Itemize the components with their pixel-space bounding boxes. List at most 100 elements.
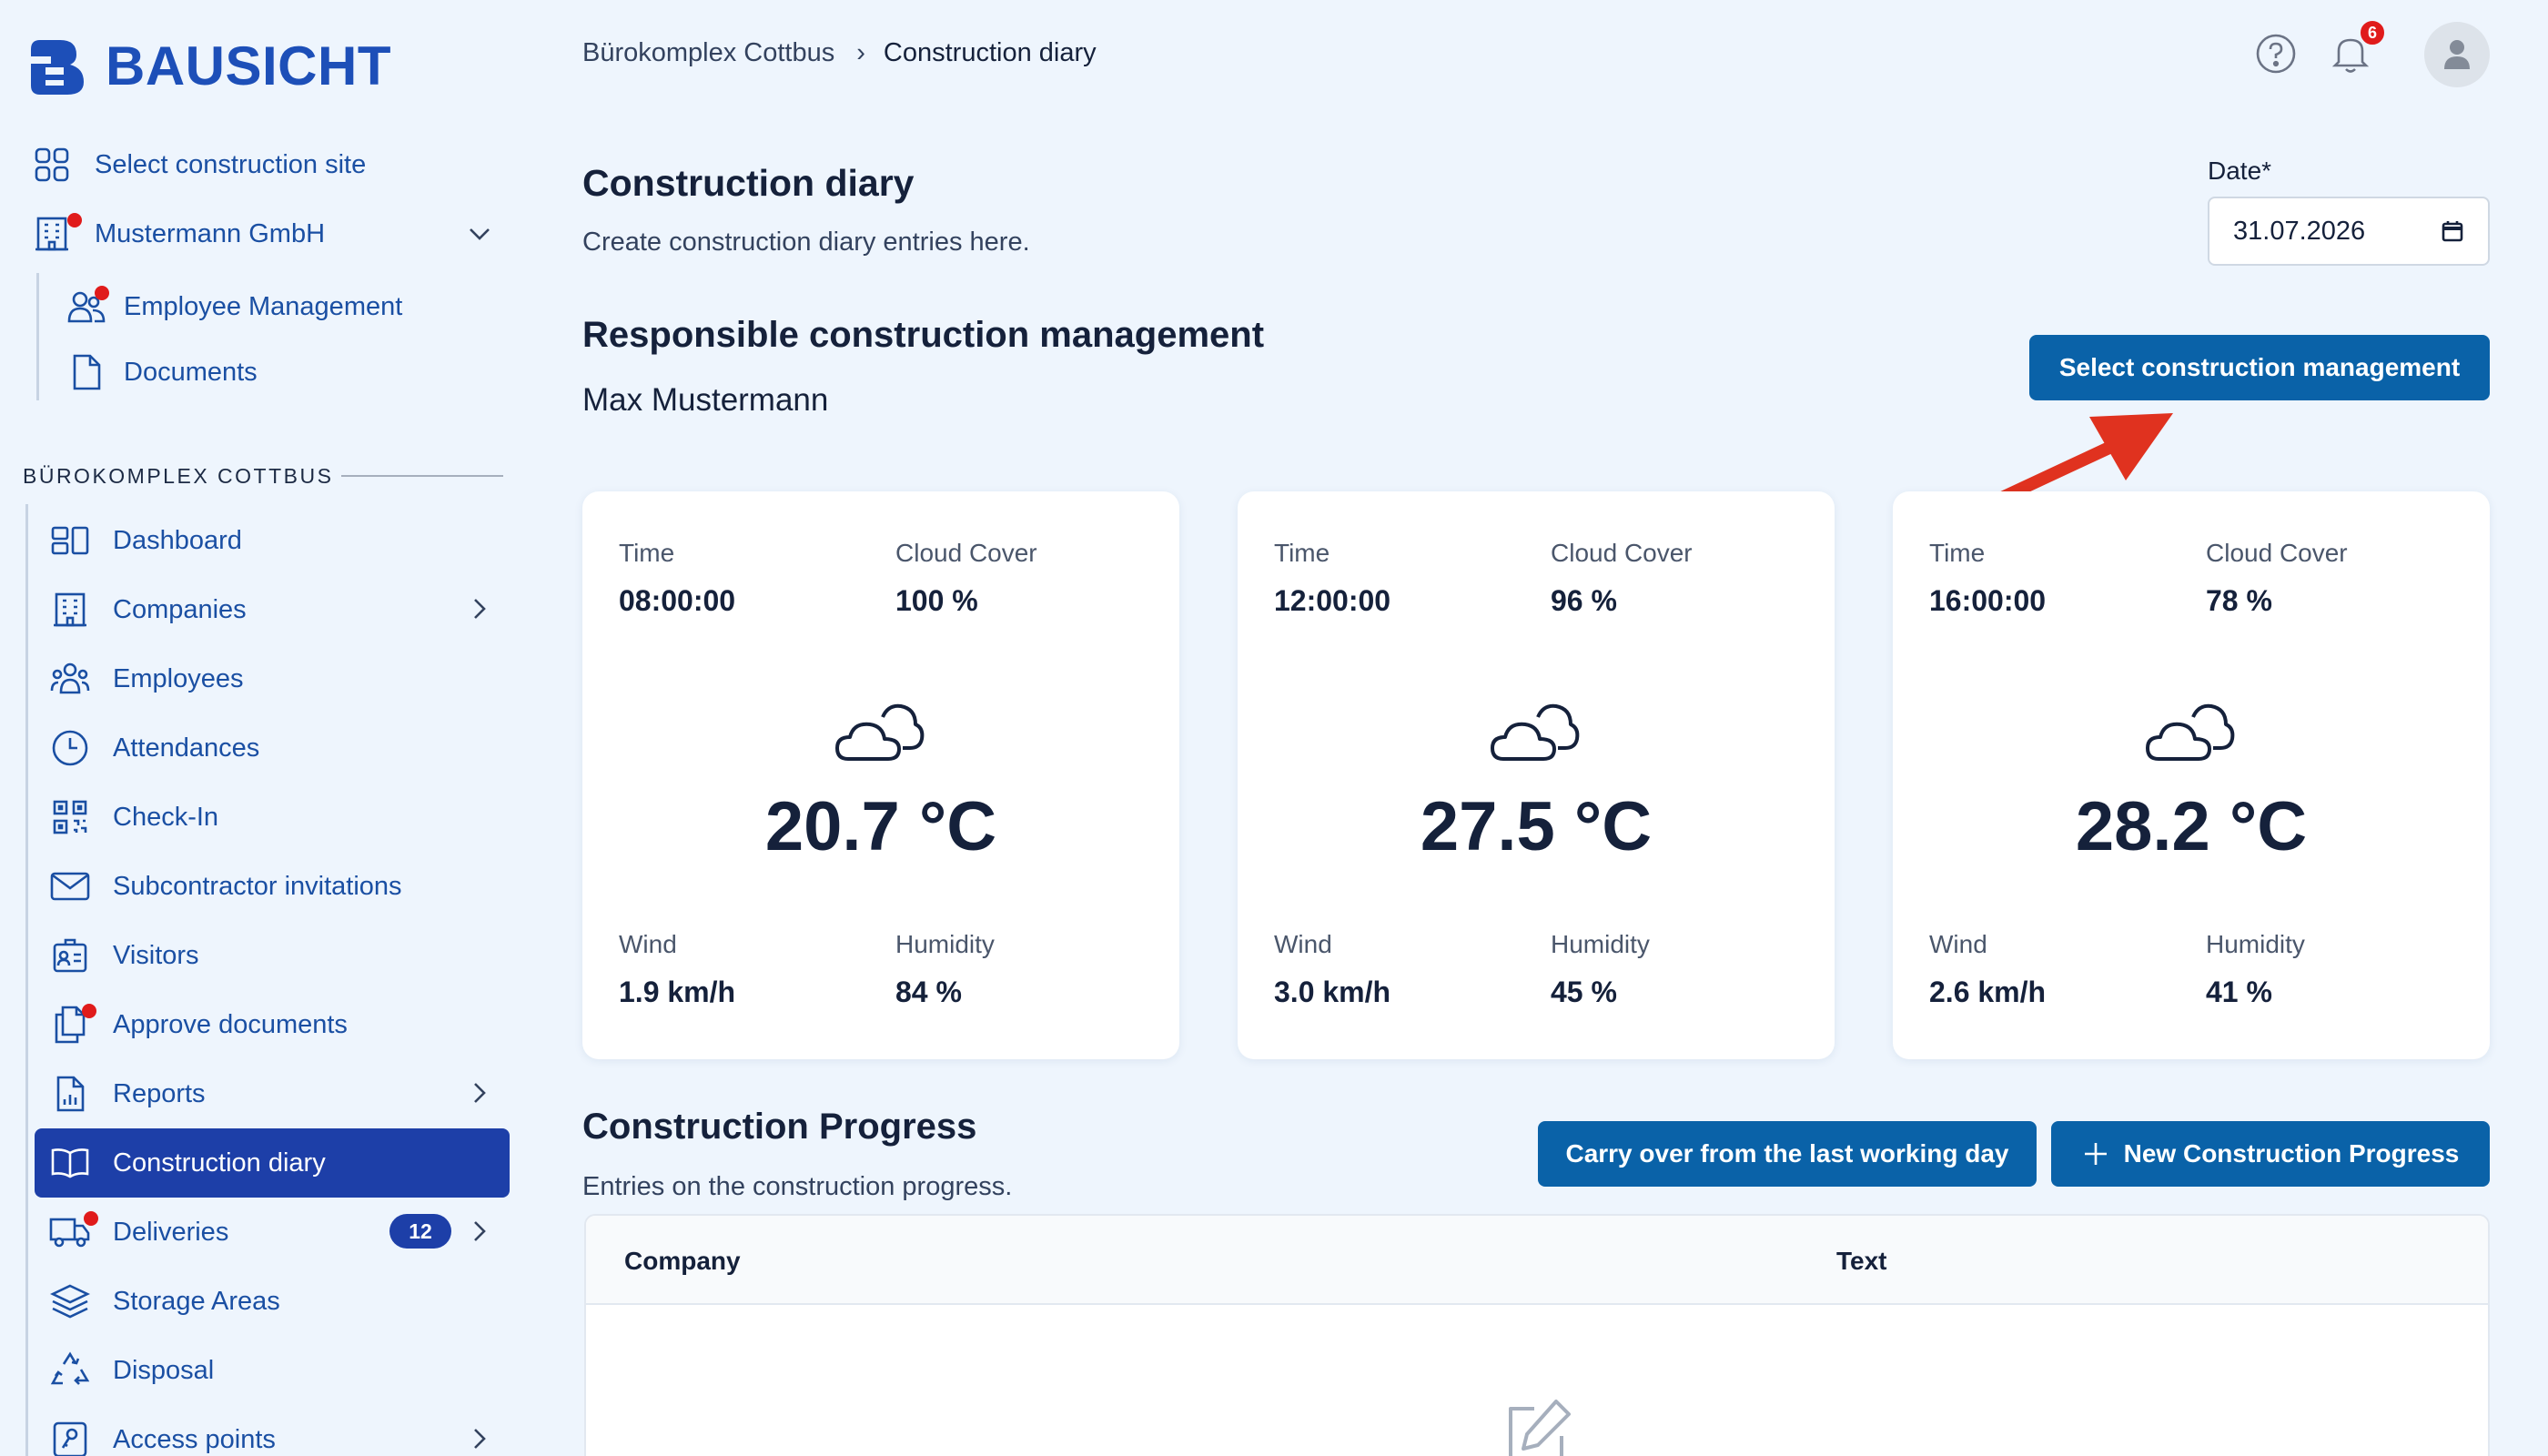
chevron-down-icon[interactable] bbox=[468, 226, 491, 242]
temperature-value: 27.5 °C bbox=[1420, 788, 1653, 865]
construction-diary-label: Construction diary bbox=[113, 1148, 326, 1178]
sidebar-item-construction-diary[interactable]: Construction diary bbox=[49, 1142, 326, 1184]
deliveries-label: Deliveries bbox=[113, 1217, 229, 1247]
cloud-cover-value: 100 % bbox=[895, 584, 978, 617]
humidity-value: 41 % bbox=[2206, 976, 2272, 1008]
truck-icon bbox=[49, 1211, 98, 1253]
user-icon bbox=[2444, 40, 2470, 69]
cloud-cover-label: Cloud Cover bbox=[895, 539, 1037, 567]
breadcrumb-current: Construction diary bbox=[883, 38, 1097, 67]
breadcrumb: Bürokomplex Cottbus › Construction diary bbox=[582, 38, 1097, 68]
sidebar-item-visitors[interactable]: Visitors bbox=[49, 935, 199, 976]
time-label: Time bbox=[1929, 539, 1986, 567]
cloud-icon bbox=[1491, 703, 1580, 761]
sidebar-item-approve-documents[interactable]: Approve documents bbox=[49, 1004, 348, 1046]
clock-icon bbox=[49, 727, 91, 769]
breadcrumb-site[interactable]: Bürokomplex Cottbus bbox=[582, 38, 834, 68]
plus-icon bbox=[2084, 1143, 2107, 1165]
envelope-icon bbox=[49, 865, 91, 907]
grid-icon bbox=[31, 144, 73, 186]
employee-alert-dot bbox=[95, 286, 109, 300]
approve-documents-label: Approve documents bbox=[113, 1009, 348, 1039]
site-section-title: BÜROKOMPLEX COTTBUS bbox=[23, 464, 334, 488]
employee-management-label: Employee Management bbox=[124, 291, 403, 321]
weather-card: Time Cloud Cover 16:00:00 78 % 28.2 °C W… bbox=[1893, 491, 2490, 1059]
help-icon[interactable] bbox=[2255, 33, 2297, 75]
cloud-cover-value: 78 % bbox=[2206, 584, 2272, 617]
sidebar-item-employee-management[interactable]: Employee Management bbox=[66, 286, 402, 328]
date-field[interactable]: 31.07.2026 bbox=[2208, 197, 2490, 266]
humidity-label: Humidity bbox=[895, 930, 995, 958]
humidity-label: Humidity bbox=[1551, 930, 1650, 958]
new-construction-progress-button[interactable]: New Construction Progress bbox=[2051, 1121, 2490, 1187]
page-subtitle: Create construction diary entries here. bbox=[582, 228, 1030, 257]
sidebar-item-storage-areas[interactable]: Storage Areas bbox=[49, 1280, 280, 1322]
id-badge-icon bbox=[49, 935, 91, 976]
reports-label: Reports bbox=[113, 1078, 206, 1108]
humidity-value: 84 % bbox=[895, 976, 962, 1008]
humidity-label: Humidity bbox=[2206, 930, 2305, 958]
logo-icon bbox=[31, 39, 84, 95]
cloud-cover-label: Cloud Cover bbox=[1551, 539, 1693, 567]
key-icon bbox=[49, 1419, 91, 1456]
carry-over-button[interactable]: Carry over from the last working day bbox=[1538, 1121, 2037, 1187]
calendar-icon[interactable] bbox=[2441, 219, 2464, 243]
building-icon bbox=[31, 213, 82, 255]
date-value: 31.07.2026 bbox=[2233, 216, 2366, 246]
breadcrumb-separator: › bbox=[856, 38, 865, 67]
select-construction-management-button[interactable]: Select construction management bbox=[2029, 335, 2490, 400]
documents-icon bbox=[49, 1004, 96, 1046]
employees-label: Employees bbox=[113, 663, 244, 693]
avatar[interactable] bbox=[2424, 22, 2490, 87]
cloud-cover-label: Cloud Cover bbox=[2206, 539, 2348, 567]
chevron-right-icon[interactable] bbox=[471, 597, 488, 621]
report-icon bbox=[49, 1073, 91, 1115]
document-icon bbox=[66, 351, 107, 393]
sidebar-item-check-in[interactable]: Check-In bbox=[49, 796, 218, 838]
temperature-value: 28.2 °C bbox=[2075, 788, 2308, 865]
sidebar: BAUSICHT Select construction site Muster… bbox=[0, 0, 528, 1456]
cloud-icon bbox=[2146, 703, 2235, 761]
approve-alert-dot bbox=[82, 1004, 96, 1018]
time-value: 12:00:00 bbox=[1274, 584, 1391, 617]
sidebar-item-access-points[interactable]: Access points bbox=[49, 1419, 276, 1456]
company-selector[interactable]: Mustermann GmbH bbox=[31, 213, 325, 255]
layers-icon bbox=[49, 1280, 91, 1322]
brand-name: BAUSICHT bbox=[106, 35, 391, 96]
wind-value: 3.0 km/h bbox=[1274, 976, 1391, 1008]
sidebar-item-employees[interactable]: Employees bbox=[49, 658, 243, 700]
progress-section-subtitle: Entries on the construction progress. bbox=[582, 1172, 1013, 1201]
column-header-text: Text bbox=[1836, 1247, 1887, 1275]
site-tree-line bbox=[25, 504, 28, 1456]
select-site-link[interactable]: Select construction site bbox=[31, 144, 366, 186]
responsible-name: Max Mustermann bbox=[582, 382, 829, 418]
book-icon bbox=[49, 1142, 91, 1184]
storage-areas-label: Storage Areas bbox=[113, 1286, 280, 1316]
weather-card: Time Cloud Cover 08:00:00 100 % 20.7 °C … bbox=[582, 491, 1179, 1059]
sidebar-item-subcontractor-invitations[interactable]: Subcontractor invitations bbox=[49, 865, 402, 907]
wind-label: Wind bbox=[1274, 930, 1332, 958]
sidebar-item-deliveries[interactable]: Deliveries bbox=[49, 1211, 228, 1253]
date-label: Date* bbox=[2208, 157, 2272, 185]
deliveries-count-badge: 12 bbox=[389, 1214, 451, 1249]
qr-code-icon bbox=[49, 796, 91, 838]
company-name: Mustermann GmbH bbox=[95, 218, 326, 248]
page-title: Construction diary bbox=[582, 162, 915, 204]
wind-value: 2.6 km/h bbox=[1929, 976, 2047, 1008]
sidebar-item-dashboard[interactable]: Dashboard bbox=[49, 520, 242, 561]
column-header-company: Company bbox=[624, 1247, 741, 1275]
brand-logo[interactable]: BAUSICHT bbox=[27, 35, 391, 97]
cloud-cover-value: 96 % bbox=[1551, 584, 1617, 617]
responsible-section-title: Responsible construction management bbox=[582, 315, 1265, 355]
chevron-right-icon[interactable] bbox=[471, 1219, 488, 1243]
time-value: 16:00:00 bbox=[1929, 584, 2047, 617]
sidebar-item-companies[interactable]: Companies bbox=[49, 589, 247, 631]
sidebar-item-disposal[interactable]: Disposal bbox=[49, 1350, 214, 1391]
sidebar-item-attendances[interactable]: Attendances bbox=[49, 727, 259, 769]
sidebar-item-reports[interactable]: Reports bbox=[49, 1073, 206, 1115]
users-icon bbox=[49, 658, 91, 700]
wind-value: 1.9 km/h bbox=[619, 976, 736, 1008]
chevron-right-icon[interactable] bbox=[471, 1081, 488, 1105]
chevron-right-icon[interactable] bbox=[471, 1427, 488, 1451]
sidebar-item-documents[interactable]: Documents bbox=[66, 351, 258, 393]
